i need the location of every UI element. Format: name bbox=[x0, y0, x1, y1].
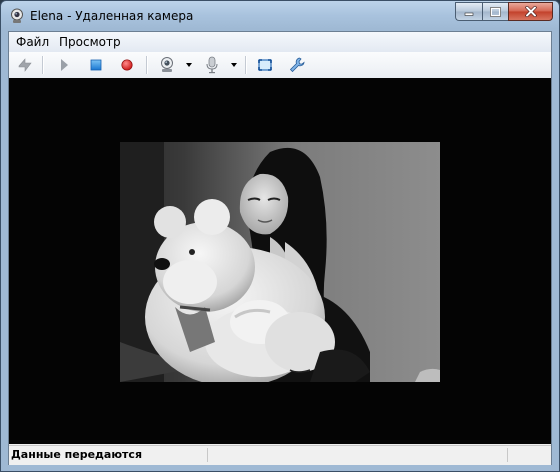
settings-wrench-icon bbox=[289, 57, 305, 73]
status-text: Данные передаются bbox=[11, 448, 143, 461]
close-button[interactable] bbox=[508, 2, 553, 21]
record-icon bbox=[121, 59, 133, 71]
app-window: Elena - Удаленная камера Файл Просмотр Д… bbox=[0, 0, 560, 472]
microphone-button[interactable] bbox=[202, 55, 222, 75]
webcam-app-icon bbox=[9, 8, 25, 24]
connect-button[interactable] bbox=[15, 55, 35, 75]
fit-window-icon bbox=[258, 59, 272, 71]
status-divider bbox=[207, 448, 208, 462]
video-viewport bbox=[9, 78, 551, 444]
title-bar[interactable]: Elena - Удаленная камера bbox=[1, 1, 559, 31]
webcam-dropdown-arrow[interactable] bbox=[186, 63, 192, 67]
client-area: Файл Просмотр Данные передаются bbox=[8, 31, 552, 465]
minimize-button[interactable] bbox=[455, 2, 482, 21]
toolbar-separator bbox=[245, 56, 247, 74]
menu-file[interactable]: Файл bbox=[16, 35, 49, 49]
stop-button[interactable] bbox=[86, 55, 106, 75]
microphone-icon bbox=[206, 56, 218, 74]
webcam-button[interactable] bbox=[157, 55, 177, 75]
microphone-dropdown-arrow[interactable] bbox=[231, 63, 237, 67]
window-title: Elena - Удаленная камера bbox=[30, 9, 194, 23]
minimize-icon bbox=[464, 12, 474, 16]
status-divider bbox=[507, 448, 508, 462]
remote-camera-image bbox=[120, 142, 440, 382]
toolbar-separator bbox=[146, 56, 148, 74]
menu-bar: Файл Просмотр bbox=[9, 32, 551, 53]
fit-window-button[interactable] bbox=[255, 55, 275, 75]
connect-icon bbox=[18, 58, 32, 72]
webcam-icon bbox=[161, 57, 173, 72]
toolbar bbox=[9, 52, 551, 79]
maximize-button[interactable] bbox=[482, 2, 508, 21]
stop-icon bbox=[90, 59, 102, 71]
record-button[interactable] bbox=[117, 55, 137, 75]
maximize-icon bbox=[490, 6, 501, 17]
menu-view[interactable]: Просмотр bbox=[59, 35, 121, 49]
close-icon bbox=[524, 6, 537, 17]
play-button[interactable] bbox=[54, 55, 74, 75]
toolbar-separator bbox=[42, 56, 44, 74]
play-icon bbox=[61, 59, 68, 71]
caption-buttons bbox=[455, 2, 553, 21]
status-bar: Данные передаются bbox=[9, 445, 551, 465]
settings-button[interactable] bbox=[287, 55, 307, 75]
